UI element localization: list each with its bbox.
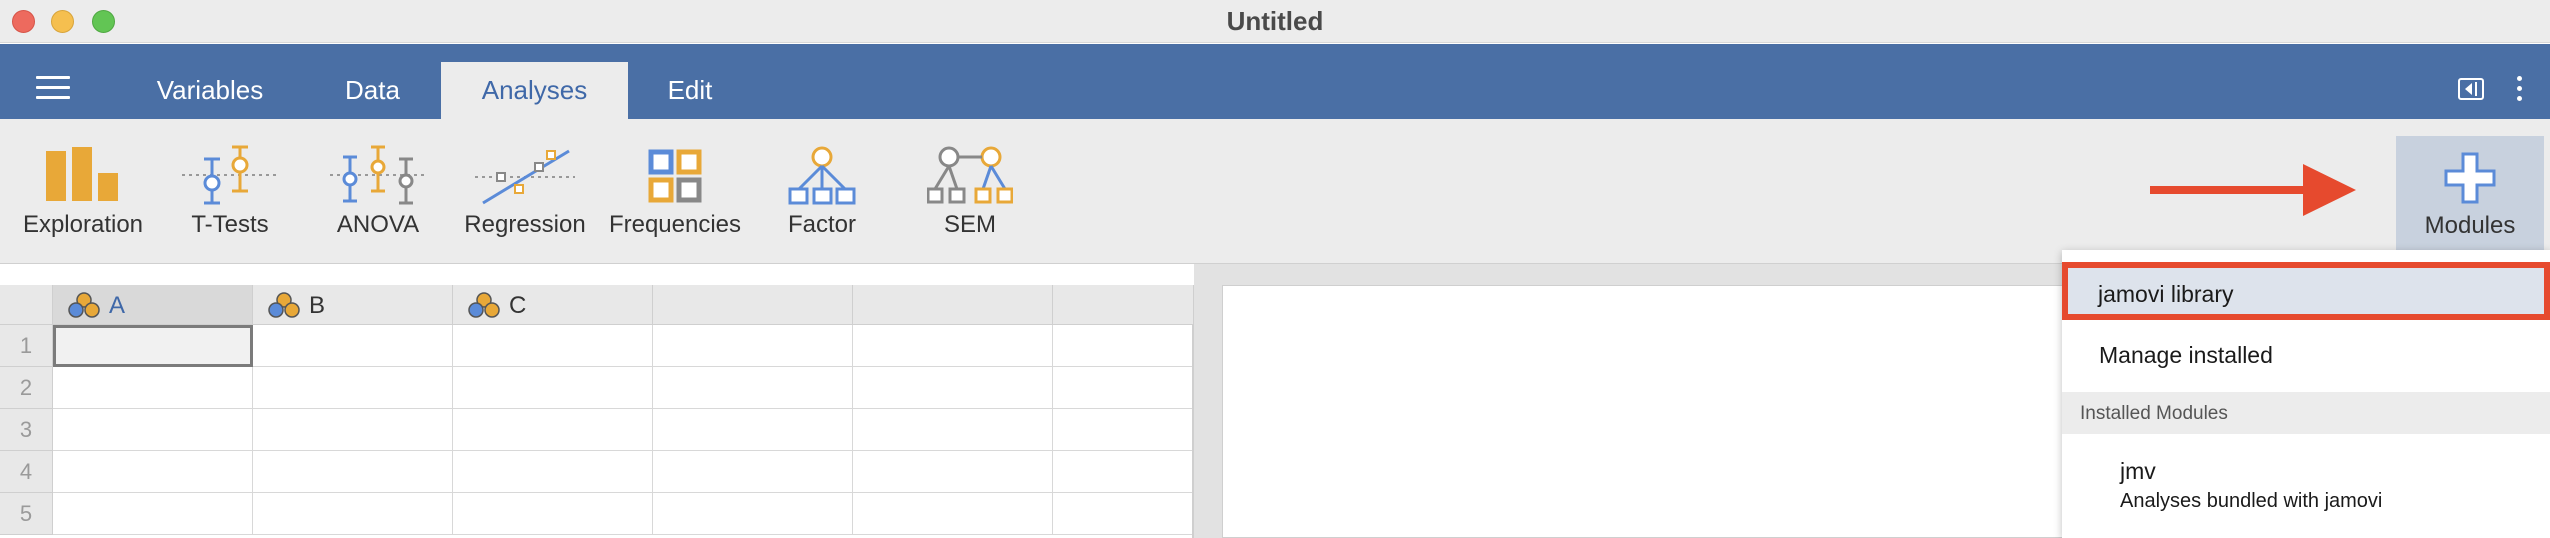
modules-label: Modules bbox=[2424, 212, 2516, 239]
data-cell[interactable] bbox=[653, 325, 853, 367]
sem-icon bbox=[927, 146, 1013, 204]
t-tests-icon bbox=[182, 145, 278, 205]
data-cell[interactable] bbox=[453, 451, 653, 493]
column-header-empty[interactable] bbox=[1053, 285, 1194, 325]
data-cell[interactable] bbox=[1053, 367, 1194, 409]
active-cell[interactable] bbox=[53, 325, 253, 367]
regression-button[interactable]: Regression bbox=[455, 119, 595, 264]
regression-label: Regression bbox=[464, 211, 586, 238]
anova-label: ANOVA bbox=[336, 211, 420, 238]
data-cell[interactable] bbox=[1053, 325, 1194, 367]
data-cell[interactable] bbox=[453, 493, 653, 535]
column-name: C bbox=[509, 292, 527, 319]
section-title: Installed Modules bbox=[2080, 403, 2228, 424]
jamovi-library-menu-item[interactable]: jamovi library bbox=[2062, 262, 2550, 320]
installed-module-item[interactable]: jmv Analyses bundled with jamovi bbox=[2062, 446, 2550, 538]
data-cell[interactable] bbox=[1053, 493, 1194, 535]
data-cell[interactable] bbox=[853, 409, 1053, 451]
data-cell[interactable] bbox=[453, 409, 653, 451]
data-cell[interactable] bbox=[53, 451, 253, 493]
data-cell[interactable] bbox=[1053, 409, 1194, 451]
data-cell[interactable] bbox=[853, 325, 1053, 367]
column-header-a[interactable]: A bbox=[53, 285, 253, 325]
frequencies-label: Frequencies bbox=[608, 211, 742, 238]
manage-installed-label: Manage installed bbox=[2099, 342, 2273, 368]
regression-icon bbox=[475, 149, 575, 205]
nominal-variable-icon bbox=[468, 292, 500, 318]
column-header-empty[interactable] bbox=[653, 285, 853, 325]
data-cell[interactable] bbox=[253, 409, 453, 451]
row-header[interactable]: 4 bbox=[0, 451, 53, 493]
exploration-button[interactable]: Exploration bbox=[8, 119, 158, 264]
row-header[interactable]: 1 bbox=[0, 325, 53, 367]
data-cell[interactable] bbox=[1053, 451, 1194, 493]
exploration-icon bbox=[46, 147, 118, 201]
modules-button[interactable]: Modules bbox=[2396, 136, 2544, 264]
sheet-corner[interactable] bbox=[0, 285, 53, 325]
t-tests-button[interactable]: T-Tests bbox=[170, 119, 290, 264]
jamovi-library-label: jamovi library bbox=[2098, 281, 2234, 307]
tab-variables[interactable]: Variables bbox=[140, 62, 280, 119]
toggle-panel-icon[interactable] bbox=[2458, 78, 2484, 100]
results-pane[interactable] bbox=[1222, 285, 2122, 538]
data-cell[interactable] bbox=[853, 451, 1053, 493]
anova-icon bbox=[330, 145, 426, 205]
tab-analyses[interactable]: Analyses bbox=[441, 62, 628, 119]
column-header-empty[interactable] bbox=[853, 285, 1053, 325]
sem-button[interactable]: SEM bbox=[920, 119, 1020, 264]
modules-dropdown: jamovi library Manage installed Installe… bbox=[2062, 250, 2550, 538]
data-cell[interactable] bbox=[53, 493, 253, 535]
data-cell[interactable] bbox=[453, 325, 653, 367]
data-cell[interactable] bbox=[653, 493, 853, 535]
column-header-c[interactable]: C bbox=[453, 285, 653, 325]
window-title: Untitled bbox=[1226, 6, 1324, 36]
frequencies-icon bbox=[648, 149, 702, 203]
anova-button[interactable]: ANOVA bbox=[318, 119, 438, 264]
title-bar: Untitled bbox=[0, 0, 2550, 43]
data-cell[interactable] bbox=[253, 367, 453, 409]
t-tests-label: T-Tests bbox=[191, 211, 269, 238]
data-cell[interactable] bbox=[853, 367, 1053, 409]
tab-edit[interactable]: Edit bbox=[650, 62, 730, 119]
data-spreadsheet: A B C 1 2 3 4 5 bbox=[0, 285, 1194, 538]
sheet-edge bbox=[1192, 325, 1194, 538]
data-cell[interactable] bbox=[253, 493, 453, 535]
tab-data[interactable]: Data bbox=[330, 62, 415, 119]
module-description: Analyses bundled with jamovi bbox=[2120, 490, 2383, 512]
column-header-b[interactable]: B bbox=[253, 285, 453, 325]
factor-label: Factor bbox=[787, 211, 856, 238]
main-menubar: Variables Data Analyses Edit bbox=[0, 44, 2550, 119]
hamburger-menu-icon[interactable] bbox=[36, 76, 70, 100]
row-header[interactable]: 3 bbox=[0, 409, 53, 451]
nominal-variable-icon bbox=[68, 292, 100, 318]
nominal-variable-icon bbox=[268, 292, 300, 318]
factor-button[interactable]: Factor bbox=[772, 119, 872, 264]
column-name: A bbox=[109, 292, 126, 319]
plus-icon bbox=[2444, 152, 2496, 204]
data-cell[interactable] bbox=[653, 409, 853, 451]
data-cell[interactable] bbox=[653, 367, 853, 409]
installed-modules-header: Installed Modules bbox=[2062, 392, 2550, 434]
row-header[interactable]: 2 bbox=[0, 367, 53, 409]
data-cell[interactable] bbox=[453, 367, 653, 409]
column-name: B bbox=[309, 292, 326, 319]
frequencies-button[interactable]: Frequencies bbox=[600, 119, 750, 264]
data-cell[interactable] bbox=[253, 451, 453, 493]
module-name: jmv bbox=[2120, 458, 2156, 484]
factor-icon bbox=[788, 146, 856, 205]
data-cell[interactable] bbox=[53, 409, 253, 451]
data-cell[interactable] bbox=[253, 325, 453, 367]
annotation-arrow-icon bbox=[2150, 164, 2356, 216]
more-options-icon[interactable] bbox=[2515, 76, 2523, 104]
sem-label: SEM bbox=[943, 211, 996, 238]
manage-installed-menu-item[interactable]: Manage installed bbox=[2062, 330, 2550, 380]
data-cell[interactable] bbox=[53, 367, 253, 409]
row-header[interactable]: 5 bbox=[0, 493, 53, 535]
data-cell[interactable] bbox=[853, 493, 1053, 535]
exploration-label: Exploration bbox=[22, 211, 144, 238]
data-cell[interactable] bbox=[653, 451, 853, 493]
